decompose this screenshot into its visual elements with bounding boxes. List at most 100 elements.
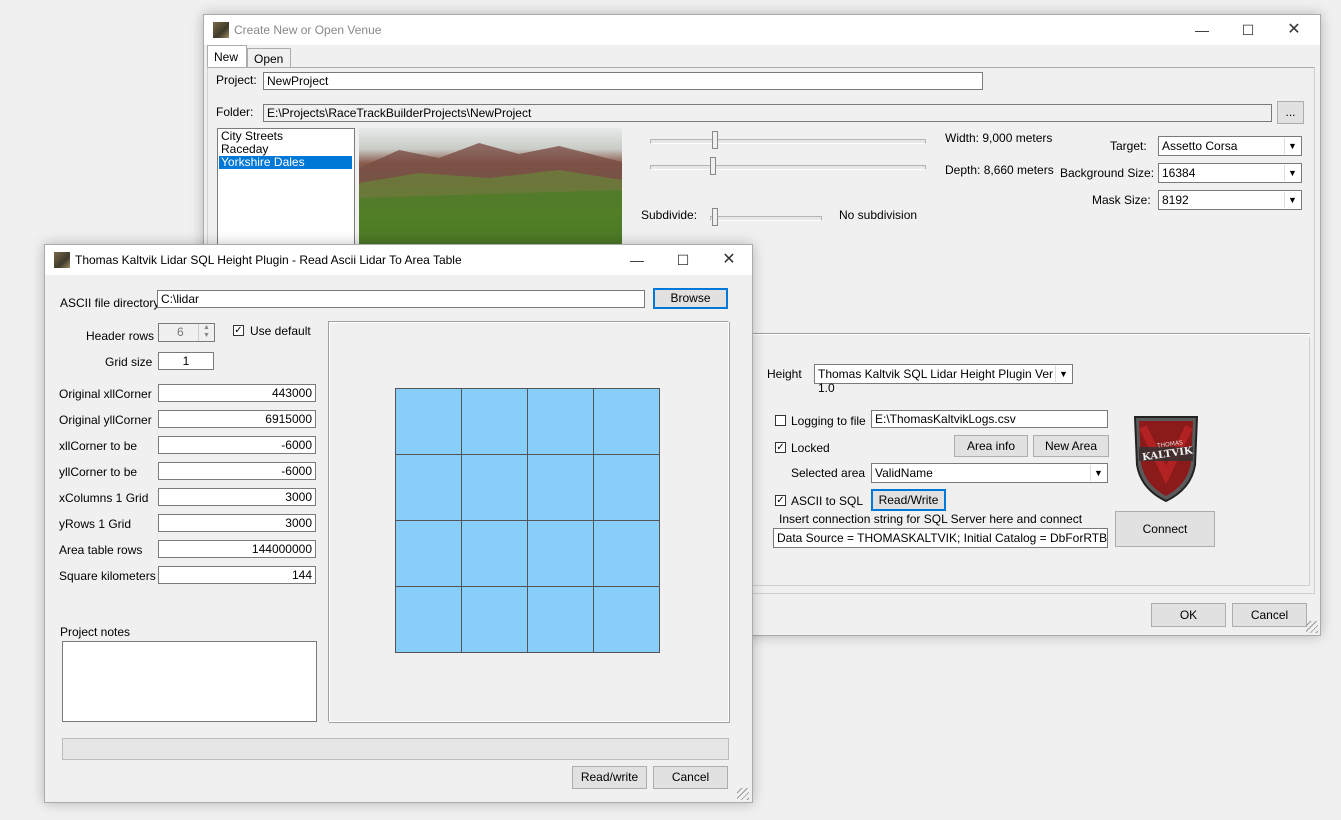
project-label: Project: xyxy=(216,73,257,87)
locked-checkbox[interactable]: ✓ xyxy=(775,442,786,453)
logging-file-input[interactable]: E:\ThomasKaltvikLogs.csv xyxy=(871,410,1108,428)
field-input[interactable]: 3000 xyxy=(158,488,316,506)
app-icon xyxy=(54,252,70,268)
field-label: xllCorner to be xyxy=(59,439,138,453)
selected-area-select[interactable]: ValidName ▼ xyxy=(871,463,1108,483)
field-input[interactable]: 144 xyxy=(158,566,316,584)
new-area-button[interactable]: New Area xyxy=(1033,435,1109,457)
grid-cell xyxy=(395,520,462,587)
connect-button[interactable]: Connect xyxy=(1115,511,1215,547)
field-input[interactable]: -6000 xyxy=(158,462,316,480)
target-select[interactable]: Assetto Corsa ▼ xyxy=(1158,136,1302,156)
ascii-sql-label: ASCII to SQL xyxy=(791,494,864,508)
ascii-dir-label: ASCII file directory xyxy=(60,296,160,310)
header-rows-value: 6 xyxy=(177,325,184,339)
lidar-title: Thomas Kaltvik Lidar SQL Height Plugin -… xyxy=(75,253,462,267)
section-divider xyxy=(748,333,1310,335)
bg-size-select-value: 16384 xyxy=(1162,166,1196,180)
subdivide-slider-thumb[interactable] xyxy=(712,208,718,226)
close-icon[interactable]: ✕ xyxy=(706,245,752,275)
depth-label: Depth: 8,660 meters xyxy=(945,163,1054,177)
resize-grip-icon[interactable] xyxy=(737,788,749,800)
resize-grip-icon[interactable] xyxy=(1306,621,1318,633)
field-input[interactable]: -6000 xyxy=(158,436,316,454)
project-input[interactable]: NewProject xyxy=(263,72,983,90)
grid-cell xyxy=(527,586,594,653)
ok-button[interactable]: OK xyxy=(1151,603,1226,627)
field-label: Square kilometers xyxy=(59,569,156,583)
spinner-arrows-icon[interactable]: ▲ ▼ xyxy=(198,324,214,341)
lidar-plugin-window: Thomas Kaltvik Lidar SQL Height Plugin -… xyxy=(44,244,753,803)
field-label: Area table rows xyxy=(59,543,143,557)
width-slider-thumb[interactable] xyxy=(712,131,718,149)
grid-size-input[interactable]: 1 xyxy=(158,352,214,370)
header-rows-spinner[interactable]: 6 ▲ ▼ xyxy=(158,323,215,342)
selected-area-label: Selected area xyxy=(791,466,866,480)
grid-cell xyxy=(461,454,528,521)
folder-browse-button[interactable]: ... xyxy=(1277,101,1304,124)
grid-cell xyxy=(461,520,528,587)
mask-size-label: Mask Size: xyxy=(1092,193,1151,207)
area-grid xyxy=(395,388,660,653)
field-input[interactable]: 6915000 xyxy=(158,410,316,428)
field-label: yllCorner to be xyxy=(59,465,138,479)
area-info-button[interactable]: Area info xyxy=(954,435,1028,457)
depth-slider-track[interactable] xyxy=(650,165,926,170)
cancel-button[interactable]: Cancel xyxy=(653,766,728,789)
template-list[interactable]: City Streets Raceday Yorkshire Dales xyxy=(217,128,355,250)
lidar-titlebar[interactable]: Thomas Kaltvik Lidar SQL Height Plugin -… xyxy=(45,245,752,275)
read-write-sql-button[interactable]: Read/Write xyxy=(871,489,946,511)
target-select-value: Assetto Corsa xyxy=(1162,139,1238,153)
logging-checkbox[interactable] xyxy=(775,415,786,426)
subdivide-slider-track[interactable] xyxy=(710,216,822,221)
folder-label: Folder: xyxy=(216,105,254,119)
folder-input[interactable]: E:\Projects\RaceTrackBuilderProjects\New… xyxy=(263,104,1272,122)
tab-open-label: Open xyxy=(254,52,284,66)
field-input[interactable]: 3000 xyxy=(158,514,316,532)
grid-cell xyxy=(395,388,462,455)
tab-new[interactable]: New xyxy=(207,45,247,68)
maximize-icon[interactable]: ☐ xyxy=(1225,15,1271,45)
grid-cell xyxy=(461,388,528,455)
field-input[interactable]: 144000000 xyxy=(158,540,316,558)
ascii-dir-input[interactable]: C:\lidar xyxy=(157,290,645,308)
mask-size-select[interactable]: 8192 ▼ xyxy=(1158,190,1302,210)
field-label: yRows 1 Grid xyxy=(59,517,132,531)
subdivide-value: No subdivision xyxy=(839,208,918,222)
minimize-icon[interactable]: — xyxy=(1179,15,1225,45)
maximize-icon[interactable]: ☐ xyxy=(660,245,706,275)
height-plugin-select[interactable]: Thomas Kaltvik SQL Lidar Height Plugin V… xyxy=(814,364,1073,395)
chevron-down-icon: ▼ xyxy=(1090,465,1106,481)
tab-new-label: New xyxy=(214,50,239,64)
grid-cell xyxy=(593,388,660,455)
close-icon[interactable]: ✕ xyxy=(1271,15,1317,45)
conn-string-input[interactable]: Data Source = THOMASKALTVIK; Initial Cat… xyxy=(773,528,1108,548)
grid-cell xyxy=(527,388,594,455)
bg-size-select[interactable]: 16384 ▼ xyxy=(1158,163,1302,183)
ascii-sql-checkbox[interactable]: ✓ xyxy=(775,495,786,506)
venue-titlebar[interactable]: Create New or Open Venue — ☐ ✕ xyxy=(204,15,1320,45)
selected-area-value: ValidName xyxy=(875,466,933,480)
grid-cell xyxy=(395,586,462,653)
field-label: xColumns 1 Grid xyxy=(59,491,149,505)
project-notes-textarea[interactable] xyxy=(62,641,317,722)
width-slider-track[interactable] xyxy=(650,139,926,144)
tab-open[interactable]: Open xyxy=(247,48,291,68)
cancel-button[interactable]: Cancel xyxy=(1232,603,1307,627)
venue-title: Create New or Open Venue xyxy=(234,23,382,37)
depth-slider-thumb[interactable] xyxy=(710,157,716,175)
app-icon xyxy=(213,22,229,38)
list-item-selected[interactable]: Yorkshire Dales xyxy=(219,156,352,169)
read-write-button[interactable]: Read/write xyxy=(572,766,647,789)
browse-button[interactable]: Browse xyxy=(653,288,728,309)
grid-cell xyxy=(593,586,660,653)
progress-bar xyxy=(62,738,729,760)
field-label: Original yllCorner xyxy=(59,413,152,427)
width-label: Width: 9,000 meters xyxy=(945,131,1053,145)
chevron-down-icon: ▼ xyxy=(1284,192,1300,208)
use-default-checkbox[interactable]: ✓ xyxy=(233,325,244,336)
minimize-icon[interactable]: — xyxy=(614,245,660,275)
grid-cell xyxy=(527,520,594,587)
field-input[interactable]: 443000 xyxy=(158,384,316,402)
use-default-label: Use default xyxy=(250,324,311,338)
